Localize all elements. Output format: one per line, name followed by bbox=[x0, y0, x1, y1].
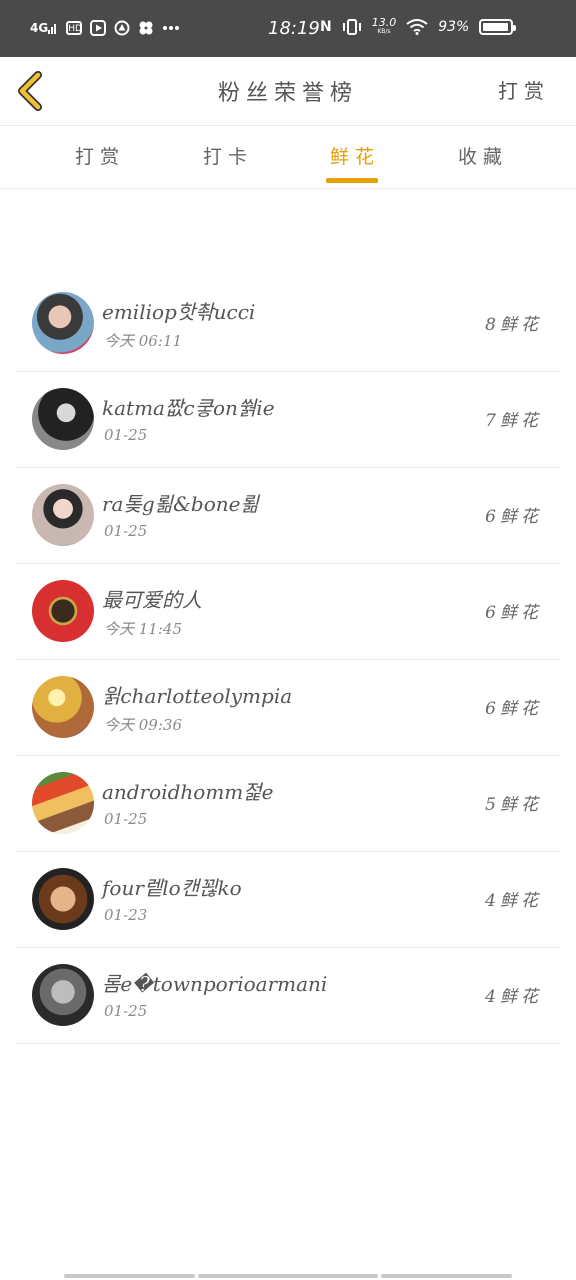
fan-list: emiliop핫촦ucci 今天 06:11 8鲜花 katma짮c쿻on쒉ie… bbox=[16, 276, 560, 1044]
fan-date: 01-25 bbox=[104, 426, 148, 444]
avatar bbox=[32, 580, 94, 642]
network-signal-icon: 4G bbox=[30, 20, 58, 36]
list-item[interactable]: ra톶g뢺&bone뢺 01-25 6鲜花 bbox=[16, 468, 560, 564]
fan-name: androidhomm젍e bbox=[102, 780, 274, 804]
fan-date: 今天 09:36 bbox=[104, 716, 182, 734]
list-item[interactable]: androidhomm젍e 01-25 5鲜花 bbox=[16, 756, 560, 852]
vibrate-icon bbox=[342, 19, 362, 35]
app-notification-icon bbox=[114, 20, 130, 36]
nav-indicator-home[interactable] bbox=[198, 1274, 378, 1278]
flower-count: 6鲜花 bbox=[485, 507, 542, 527]
flower-count: 8鲜花 bbox=[485, 315, 542, 335]
fan-name: 윍charlotteolympia bbox=[102, 684, 293, 708]
tab-flowers[interactable]: 鲜花 bbox=[315, 142, 395, 169]
active-tab-indicator bbox=[326, 178, 378, 183]
clock: 18:19 bbox=[268, 18, 320, 39]
nav-indicator-left[interactable] bbox=[64, 1274, 195, 1278]
reward-button[interactable]: 打赏 bbox=[498, 75, 550, 104]
flower-count: 5鲜花 bbox=[485, 795, 542, 815]
page-title: 粉丝荣誉榜 bbox=[217, 81, 358, 106]
flower-count: 4鲜花 bbox=[485, 891, 542, 911]
avatar bbox=[32, 388, 94, 450]
list-item[interactable]: 롬e�townporioarmani 01-25 4鲜花 bbox=[16, 948, 560, 1044]
network-speed: 13.0 KB/s bbox=[371, 16, 397, 35]
list-item[interactable]: 最可爱的人 今天 11:45 6鲜花 bbox=[16, 564, 560, 660]
avatar bbox=[32, 868, 94, 930]
nfc-icon: N bbox=[320, 19, 332, 35]
tab-reward[interactable]: 打赏 bbox=[60, 142, 140, 169]
play-icon bbox=[90, 20, 107, 36]
fan-name: 롬e�townporioarmani bbox=[102, 972, 328, 996]
battery-percent: 93% bbox=[438, 19, 470, 35]
fan-date: 今天 11:45 bbox=[104, 620, 182, 638]
fan-name: ra톶g뢺&bone뢺 bbox=[102, 492, 259, 516]
avatar bbox=[32, 292, 94, 354]
list-item[interactable]: 윍charlotteolympia 今天 09:36 6鲜花 bbox=[16, 660, 560, 756]
flower-count: 6鲜花 bbox=[485, 699, 542, 719]
fan-date: 01-25 bbox=[104, 810, 148, 828]
avatar bbox=[32, 964, 94, 1026]
list-item[interactable]: four렡lo캔꾆ko 01-23 4鲜花 bbox=[16, 852, 560, 948]
fan-name: katma짮c쿻on쒉ie bbox=[102, 396, 275, 420]
fan-name: 最可爱的人 bbox=[102, 588, 202, 612]
list-item[interactable]: katma짮c쿻on쒉ie 01-25 7鲜花 bbox=[16, 372, 560, 468]
fan-date: 01-23 bbox=[104, 906, 148, 924]
tab-bar: 打赏 打卡 鲜花 收藏 bbox=[0, 126, 576, 189]
nav-indicator-right[interactable] bbox=[381, 1274, 512, 1278]
fan-date: 01-25 bbox=[104, 1002, 148, 1020]
fan-date: 01-25 bbox=[104, 522, 148, 540]
tab-checkin[interactable]: 打卡 bbox=[188, 142, 268, 169]
flower-count: 6鲜花 bbox=[485, 603, 542, 623]
battery-icon bbox=[479, 19, 517, 35]
more-notifications-icon bbox=[162, 20, 180, 36]
flower-count: 7鲜花 bbox=[485, 411, 542, 431]
fan-date: 今天 06:11 bbox=[104, 332, 182, 350]
avatar bbox=[32, 772, 94, 834]
tab-favorites[interactable]: 收藏 bbox=[443, 142, 523, 169]
list-item[interactable]: emiliop핫촦ucci 今天 06:11 8鲜花 bbox=[16, 276, 560, 372]
pinwheel-icon bbox=[138, 20, 154, 36]
header: 粉丝荣誉榜 打赏 bbox=[0, 57, 576, 126]
hd-icon: HD bbox=[66, 21, 83, 35]
avatar bbox=[32, 484, 94, 546]
fan-name: emiliop핫촦ucci bbox=[102, 300, 256, 324]
fan-name: four렡lo캔꾆ko bbox=[102, 876, 242, 900]
wifi-icon bbox=[406, 19, 428, 35]
status-bar: 4G HD 18:19 N 13.0 KB/s 93% bbox=[0, 0, 576, 57]
avatar bbox=[32, 676, 94, 738]
flower-count: 4鲜花 bbox=[485, 987, 542, 1007]
